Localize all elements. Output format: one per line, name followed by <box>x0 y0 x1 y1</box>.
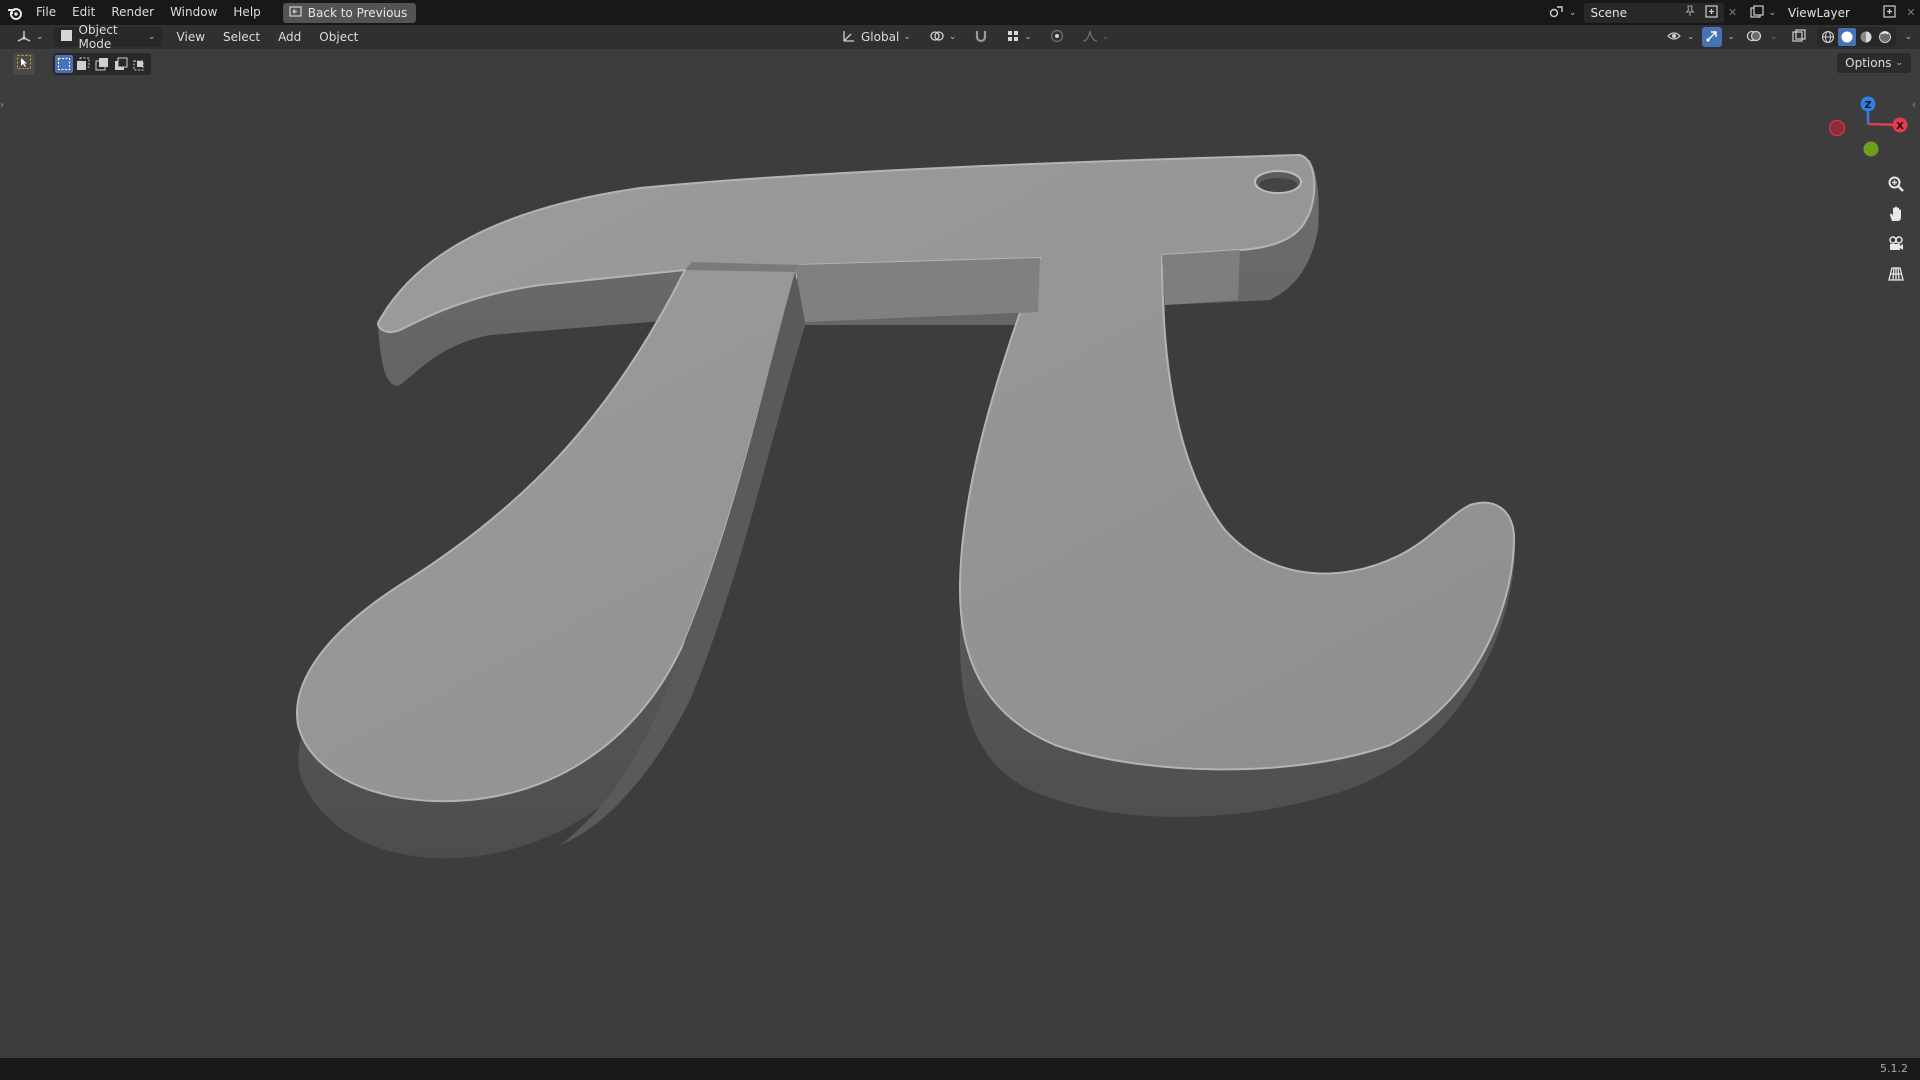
camera-icon <box>1887 235 1905 257</box>
gizmo-y-handle[interactable] <box>1863 141 1879 157</box>
blender-window: File Edit Render Window Help Back to Pre… <box>0 0 1920 1080</box>
zoom-magnifier-icon <box>1887 175 1905 197</box>
zoom-button[interactable] <box>1882 172 1910 200</box>
version-label: 5.1.2 <box>1880 1062 1908 1075</box>
svg-text:X: X <box>1896 121 1904 132</box>
perspective-toggle-button[interactable] <box>1882 262 1910 290</box>
pi-crossbar-inner-wall <box>795 258 1040 322</box>
camera-view-button[interactable] <box>1882 232 1910 260</box>
svg-text:Z: Z <box>1864 100 1871 111</box>
pi-top-face <box>296 153 1516 803</box>
hand-icon <box>1887 205 1905 227</box>
pi-inner-wall-right <box>1162 250 1240 305</box>
pi-symbol-mesh[interactable] <box>0 0 1920 1080</box>
grid-perspective-icon <box>1887 265 1905 287</box>
gizmo-neg-x-handle[interactable] <box>1828 119 1846 137</box>
status-bar: 5.1.2 <box>0 1058 1920 1080</box>
navigation-gizmo[interactable]: Z X <box>1820 94 1920 164</box>
pan-button[interactable] <box>1882 202 1910 230</box>
keychain-hole-inner <box>1259 178 1297 192</box>
